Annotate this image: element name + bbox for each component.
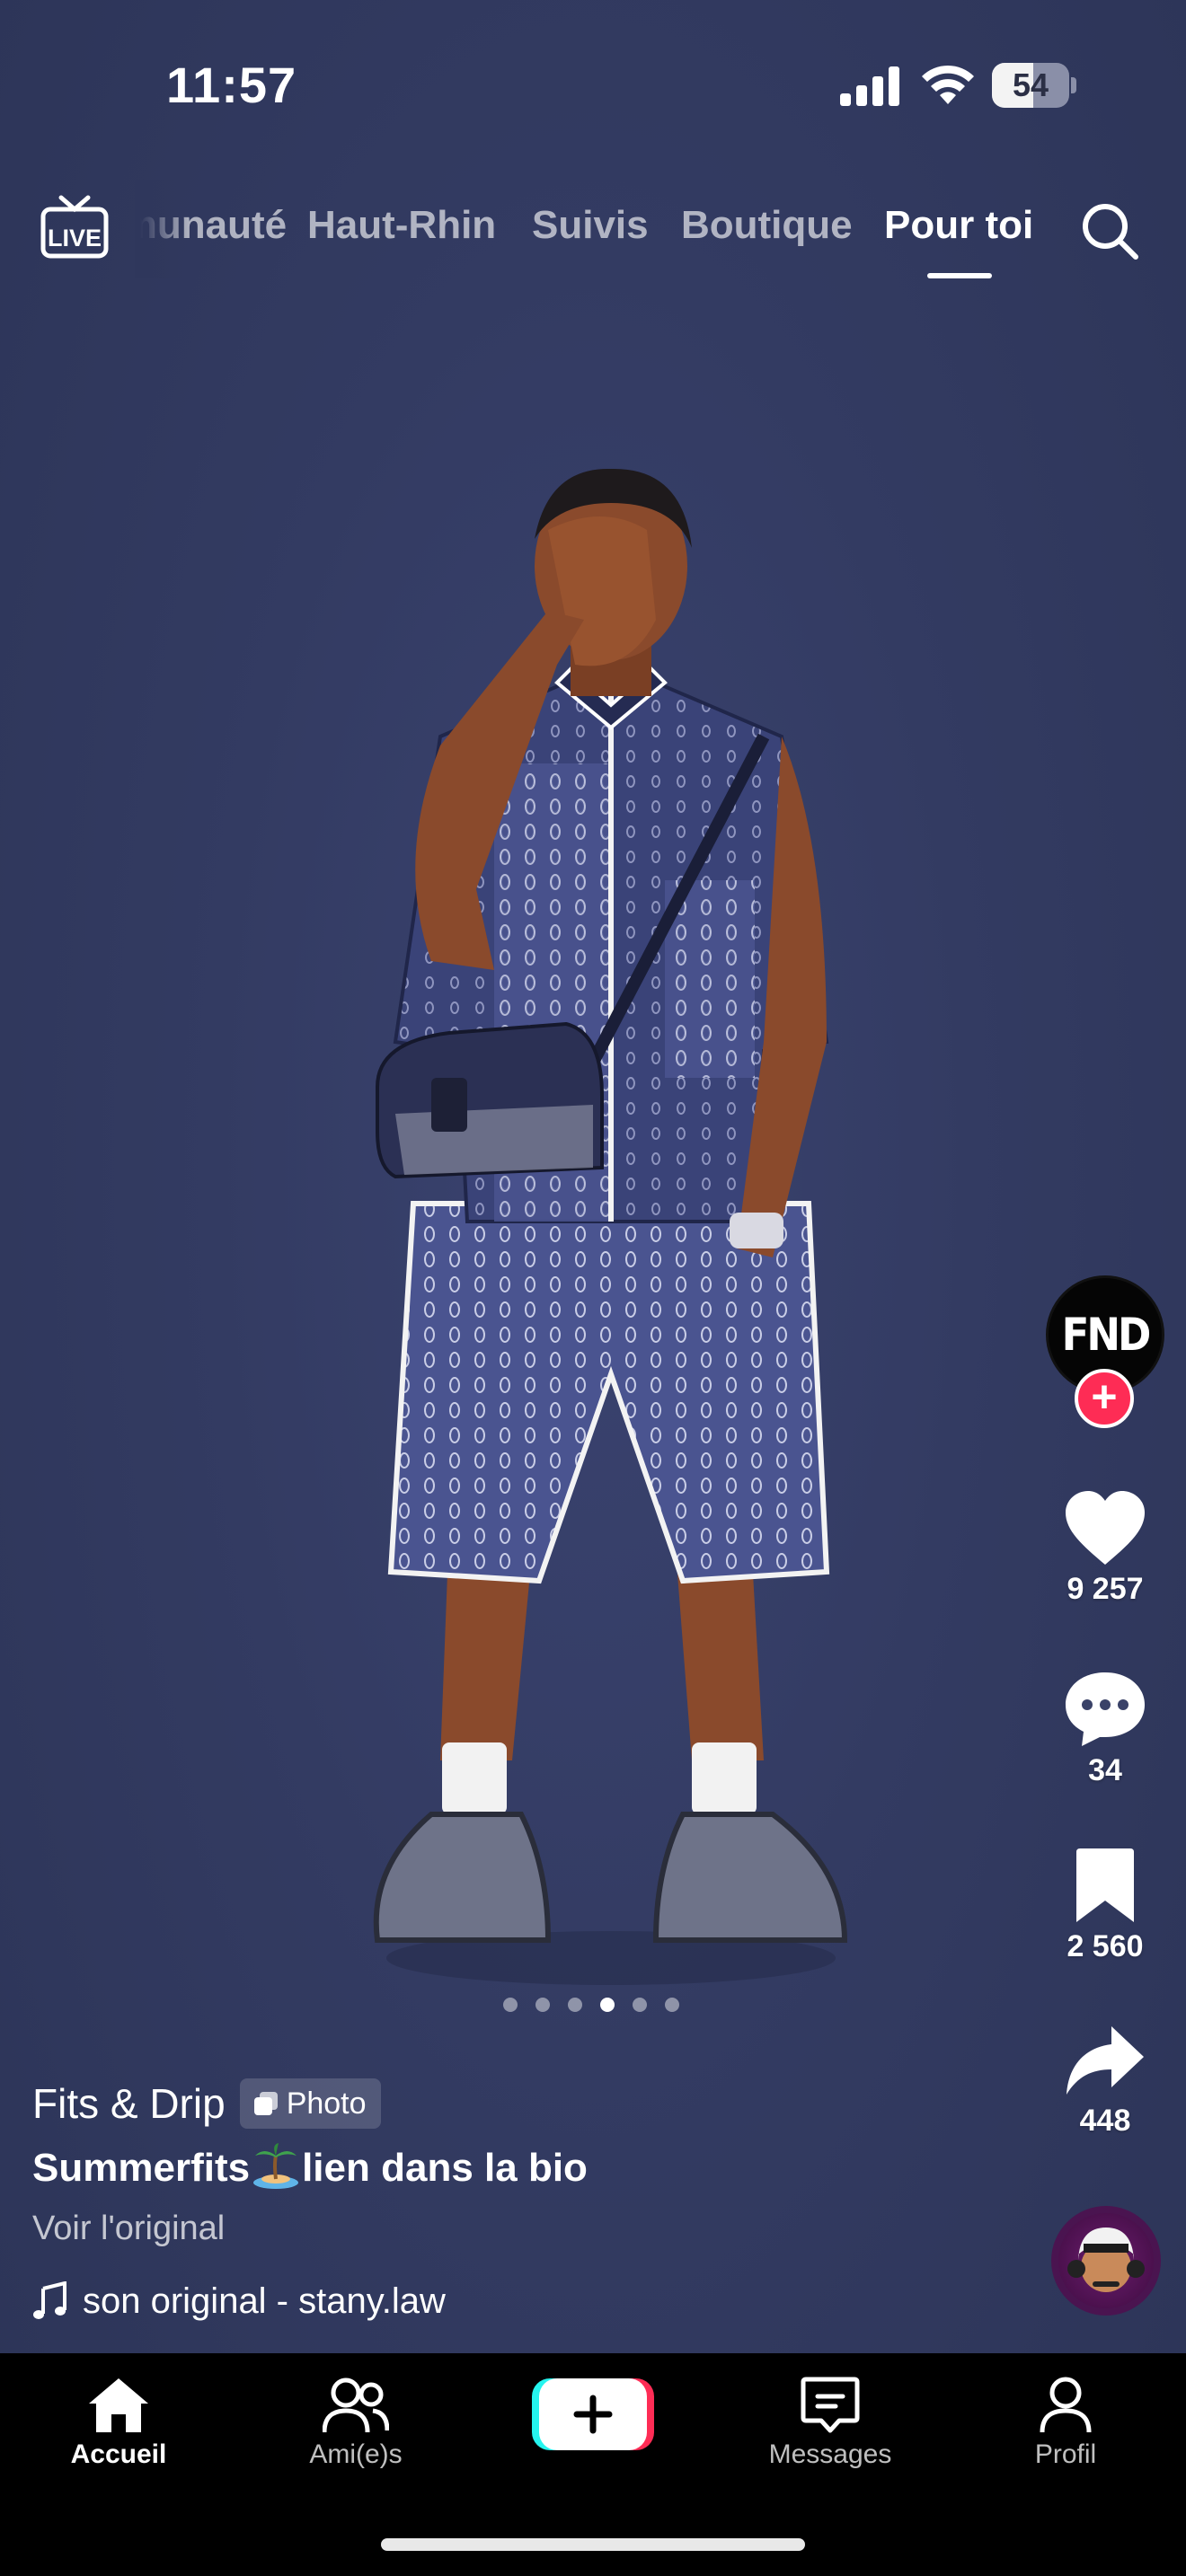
- share-arrow-icon: [1067, 2026, 1144, 2095]
- photo-stack-icon: [253, 2092, 278, 2115]
- pager-dot: [600, 1998, 615, 2012]
- sound-name: son original - stany.law: [83, 2280, 446, 2321]
- save-button[interactable]: 2 560: [1033, 1847, 1177, 1964]
- create-post-button[interactable]: [532, 2375, 654, 2454]
- action-rail: FND + 9 257 34 2 560 448: [1033, 1275, 1177, 2335]
- signal-icon: [840, 66, 899, 106]
- tab-boutique[interactable]: Boutique: [681, 203, 853, 248]
- palm-island-emoji-icon: [253, 2143, 299, 2189]
- home-icon: [89, 2378, 148, 2432]
- status-bar: 11:57 54: [0, 0, 1186, 171]
- battery-indicator: 54: [992, 63, 1076, 108]
- feed-tabs: Communauté Haut-Rhin Suivis Boutique Pou…: [135, 180, 1033, 278]
- battery-percent: 54: [1012, 66, 1049, 103]
- author-row: Fits & Drip Photo: [32, 2075, 381, 2132]
- inbox-icon: [801, 2377, 860, 2433]
- live-label: LIVE: [48, 225, 102, 251]
- post-image-outfit-illustration[interactable]: [341, 467, 881, 1994]
- tab-label: Messages: [768, 2439, 892, 2469]
- caption-text-start: Summerfits: [32, 2146, 251, 2190]
- pager-dot: [665, 1998, 679, 2012]
- pager-dot: [568, 1998, 582, 2012]
- tab-pour-toi[interactable]: Pour toi: [884, 203, 1033, 248]
- share-count: 448: [1079, 2104, 1131, 2138]
- image-pager: [503, 1998, 683, 2016]
- caption-text[interactable]: Summerfits lien dans la bio: [32, 2141, 588, 2191]
- tab-amis[interactable]: Ami(e)s: [266, 2377, 446, 2470]
- see-original-link[interactable]: Voir l'original: [32, 2210, 225, 2248]
- tiktok-feed-screen: 11:57 54 LIVE Communauté Haut-Rhin: [0, 0, 1186, 2576]
- tab-label: Accueil: [70, 2439, 167, 2469]
- sound-creator-avatar-icon: [1067, 2228, 1145, 2292]
- friends-icon: [323, 2378, 389, 2433]
- tab-profil[interactable]: Profil: [976, 2377, 1155, 2470]
- save-count: 2 560: [1067, 1929, 1144, 1963]
- status-time: 11:57: [166, 57, 297, 113]
- music-disc-avatar[interactable]: [1051, 2206, 1161, 2316]
- author-name[interactable]: Fits & Drip: [32, 2079, 226, 2128]
- photo-badge-label: Photo: [286, 2086, 367, 2121]
- heart-icon: [1066, 1491, 1145, 1565]
- tab-messages[interactable]: Messages: [740, 2377, 920, 2470]
- tab-haut-rhin[interactable]: Haut-Rhin: [307, 203, 496, 248]
- wifi-icon: [922, 65, 974, 104]
- profile-icon: [1040, 2377, 1092, 2433]
- pager-dot: [503, 1998, 518, 2012]
- top-navigation: LIVE Communauté Haut-Rhin Suivis Boutiqu…: [0, 180, 1186, 287]
- bookmark-icon: [1076, 1848, 1134, 1922]
- comment-bubble-icon: [1066, 1672, 1145, 1746]
- tab-accueil[interactable]: Accueil: [29, 2377, 208, 2470]
- creator-avatar-logo: FND: [1061, 1309, 1152, 1361]
- home-indicator: [381, 2538, 805, 2551]
- tab-label: Profil: [1034, 2439, 1097, 2469]
- pager-dot: [535, 1998, 550, 2012]
- pager-dot: [633, 1998, 647, 2012]
- follow-button[interactable]: +: [1075, 1369, 1134, 1428]
- photo-badge: Photo: [239, 2078, 381, 2129]
- post-caption: Fits & Drip Photo Summerfits lien dans l…: [32, 2066, 1003, 2335]
- tabs-fade: [135, 180, 189, 278]
- caption-text-end: lien dans la bio: [302, 2146, 588, 2190]
- comment-count: 34: [1088, 1753, 1122, 1787]
- comment-button[interactable]: 34: [1033, 1671, 1177, 1788]
- like-button[interactable]: 9 257: [1033, 1491, 1177, 1607]
- music-note-icon: [33, 2281, 66, 2319]
- search-icon[interactable]: [1078, 199, 1141, 262]
- tab-suivis[interactable]: Suivis: [532, 203, 649, 248]
- sound-row[interactable]: son original - stany.law: [32, 2276, 446, 2326]
- live-tv-icon[interactable]: LIVE: [40, 194, 110, 260]
- like-count: 9 257: [1067, 1572, 1144, 1606]
- share-button[interactable]: 448: [1033, 2025, 1177, 2139]
- active-tab-indicator: [927, 273, 992, 278]
- tab-label: Ami(e)s: [309, 2439, 403, 2469]
